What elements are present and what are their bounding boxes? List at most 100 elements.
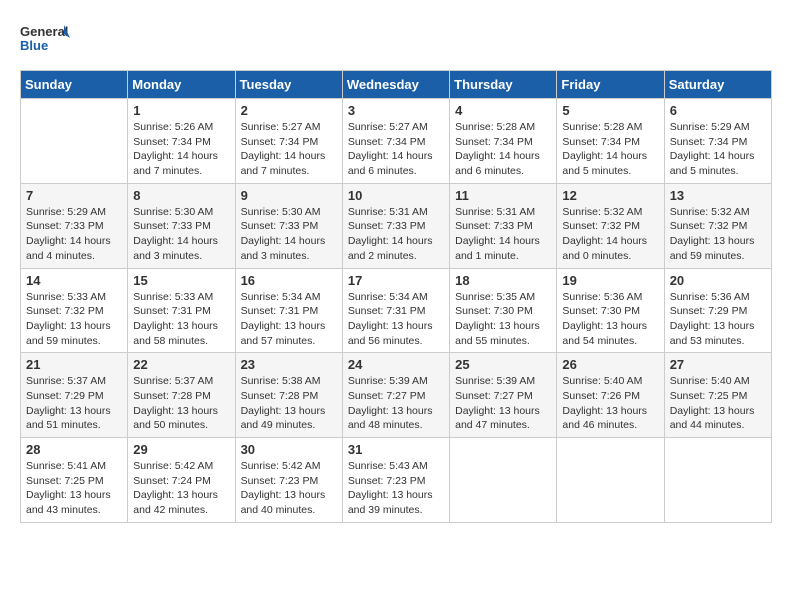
calendar-cell: 14 Sunrise: 5:33 AMSunset: 7:32 PMDayligh… [21, 268, 128, 353]
calendar-cell [450, 438, 557, 523]
day-number: 4 [455, 103, 551, 118]
calendar-cell: 19 Sunrise: 5:36 AMSunset: 7:30 PMDayligh… [557, 268, 664, 353]
calendar-cell: 3 Sunrise: 5:27 AMSunset: 7:34 PMDaylight… [342, 99, 449, 184]
weekday-header-thursday: Thursday [450, 71, 557, 99]
calendar-cell: 26 Sunrise: 5:40 AMSunset: 7:26 PMDayligh… [557, 353, 664, 438]
day-info: Sunrise: 5:27 AMSunset: 7:34 PMDaylight:… [348, 120, 444, 179]
calendar-cell: 18Sunrise: 5:35 AMSunset: 7:30 PMDayligh… [450, 268, 557, 353]
day-number: 17 [348, 273, 444, 288]
calendar-week-row: 7 Sunrise: 5:29 AMSunset: 7:33 PMDaylight… [21, 183, 772, 268]
calendar-cell: 16 Sunrise: 5:34 AMSunset: 7:31 PMDayligh… [235, 268, 342, 353]
day-info: Sunrise: 5:40 AMSunset: 7:25 PMDaylight:… [670, 374, 766, 433]
day-info: Sunrise: 5:33 AMSunset: 7:31 PMDaylight:… [133, 290, 229, 349]
calendar-cell: 17 Sunrise: 5:34 AMSunset: 7:31 PMDayligh… [342, 268, 449, 353]
svg-text:Blue: Blue [20, 38, 48, 53]
day-number: 29 [133, 442, 229, 457]
day-number: 9 [241, 188, 337, 203]
day-info: Sunrise: 5:39 AMSunset: 7:27 PMDaylight:… [455, 374, 551, 433]
day-number: 11 [455, 188, 551, 203]
calendar-cell: 2 Sunrise: 5:27 AMSunset: 7:34 PMDaylight… [235, 99, 342, 184]
calendar-cell: 6 Sunrise: 5:29 AMSunset: 7:34 PMDaylight… [664, 99, 771, 184]
weekday-header-monday: Monday [128, 71, 235, 99]
day-info: Sunrise: 5:33 AMSunset: 7:32 PMDaylight:… [26, 290, 122, 349]
day-info: Sunrise: 5:39 AMSunset: 7:27 PMDaylight:… [348, 374, 444, 433]
day-number: 5 [562, 103, 658, 118]
day-info: Sunrise: 5:41 AMSunset: 7:25 PMDaylight:… [26, 459, 122, 518]
day-info: Sunrise: 5:32 AMSunset: 7:32 PMDaylight:… [670, 205, 766, 264]
calendar-cell: 31 Sunrise: 5:43 AMSunset: 7:23 PMDayligh… [342, 438, 449, 523]
day-number: 23 [241, 357, 337, 372]
calendar-cell: 30Sunrise: 5:42 AMSunset: 7:23 PMDayligh… [235, 438, 342, 523]
day-info: Sunrise: 5:26 AMSunset: 7:34 PMDaylight:… [133, 120, 229, 179]
day-info: Sunrise: 5:27 AMSunset: 7:34 PMDaylight:… [241, 120, 337, 179]
day-info: Sunrise: 5:31 AMSunset: 7:33 PMDaylight:… [348, 205, 444, 264]
day-number: 6 [670, 103, 766, 118]
day-info: Sunrise: 5:28 AMSunset: 7:34 PMDaylight:… [455, 120, 551, 179]
day-number: 26 [562, 357, 658, 372]
calendar-cell: 21 Sunrise: 5:37 AMSunset: 7:29 PMDayligh… [21, 353, 128, 438]
calendar-cell: 9Sunrise: 5:30 AMSunset: 7:33 PMDaylight… [235, 183, 342, 268]
calendar-cell: 24 Sunrise: 5:39 AMSunset: 7:27 PMDayligh… [342, 353, 449, 438]
day-info: Sunrise: 5:29 AMSunset: 7:34 PMDaylight:… [670, 120, 766, 179]
day-number: 24 [348, 357, 444, 372]
page-header: General Blue [20, 20, 772, 60]
calendar-week-row: 1Sunrise: 5:26 AMSunset: 7:34 PMDaylight… [21, 99, 772, 184]
calendar-cell: 25 Sunrise: 5:39 AMSunset: 7:27 PMDayligh… [450, 353, 557, 438]
day-info: Sunrise: 5:31 AMSunset: 7:33 PMDaylight:… [455, 205, 551, 264]
day-number: 27 [670, 357, 766, 372]
day-number: 21 [26, 357, 122, 372]
day-number: 15 [133, 273, 229, 288]
day-number: 22 [133, 357, 229, 372]
day-number: 2 [241, 103, 337, 118]
day-info: Sunrise: 5:34 AMSunset: 7:31 PMDaylight:… [241, 290, 337, 349]
calendar-cell [557, 438, 664, 523]
day-info: Sunrise: 5:36 AMSunset: 7:30 PMDaylight:… [562, 290, 658, 349]
day-info: Sunrise: 5:32 AMSunset: 7:32 PMDaylight:… [562, 205, 658, 264]
day-info: Sunrise: 5:29 AMSunset: 7:33 PMDaylight:… [26, 205, 122, 264]
calendar-cell: 15 Sunrise: 5:33 AMSunset: 7:31 PMDayligh… [128, 268, 235, 353]
day-number: 7 [26, 188, 122, 203]
calendar-cell: 23Sunrise: 5:38 AMSunset: 7:28 PMDayligh… [235, 353, 342, 438]
day-info: Sunrise: 5:40 AMSunset: 7:26 PMDaylight:… [562, 374, 658, 433]
calendar-cell: 22 Sunrise: 5:37 AMSunset: 7:28 PMDayligh… [128, 353, 235, 438]
svg-text:General: General [20, 24, 68, 39]
day-info: Sunrise: 5:42 AMSunset: 7:23 PMDaylight:… [241, 459, 337, 518]
day-number: 28 [26, 442, 122, 457]
day-number: 19 [562, 273, 658, 288]
calendar-week-row: 21 Sunrise: 5:37 AMSunset: 7:29 PMDayligh… [21, 353, 772, 438]
calendar-week-row: 14 Sunrise: 5:33 AMSunset: 7:32 PMDayligh… [21, 268, 772, 353]
day-info: Sunrise: 5:36 AMSunset: 7:29 PMDaylight:… [670, 290, 766, 349]
weekday-header-friday: Friday [557, 71, 664, 99]
day-info: Sunrise: 5:30 AMSunset: 7:33 PMDaylight:… [133, 205, 229, 264]
weekday-header-wednesday: Wednesday [342, 71, 449, 99]
day-number: 12 [562, 188, 658, 203]
day-number: 14 [26, 273, 122, 288]
day-info: Sunrise: 5:37 AMSunset: 7:29 PMDaylight:… [26, 374, 122, 433]
calendar-cell: 20Sunrise: 5:36 AMSunset: 7:29 PMDayligh… [664, 268, 771, 353]
day-number: 10 [348, 188, 444, 203]
day-number: 13 [670, 188, 766, 203]
weekday-header-saturday: Saturday [664, 71, 771, 99]
calendar-cell [664, 438, 771, 523]
day-number: 31 [348, 442, 444, 457]
day-info: Sunrise: 5:43 AMSunset: 7:23 PMDaylight:… [348, 459, 444, 518]
calendar-cell: 10 Sunrise: 5:31 AMSunset: 7:33 PMDayligh… [342, 183, 449, 268]
logo: General Blue [20, 20, 70, 60]
day-number: 16 [241, 273, 337, 288]
day-number: 25 [455, 357, 551, 372]
calendar-cell: 7 Sunrise: 5:29 AMSunset: 7:33 PMDaylight… [21, 183, 128, 268]
day-info: Sunrise: 5:42 AMSunset: 7:24 PMDaylight:… [133, 459, 229, 518]
calendar-cell: 8Sunrise: 5:30 AMSunset: 7:33 PMDaylight… [128, 183, 235, 268]
calendar-cell [21, 99, 128, 184]
calendar-cell: 11 Sunrise: 5:31 AMSunset: 7:33 PMDayligh… [450, 183, 557, 268]
calendar-cell: 12 Sunrise: 5:32 AMSunset: 7:32 PMDayligh… [557, 183, 664, 268]
calendar-week-row: 28 Sunrise: 5:41 AMSunset: 7:25 PMDayligh… [21, 438, 772, 523]
day-number: 3 [348, 103, 444, 118]
day-number: 18 [455, 273, 551, 288]
calendar-cell: 27 Sunrise: 5:40 AMSunset: 7:25 PMDayligh… [664, 353, 771, 438]
day-info: Sunrise: 5:28 AMSunset: 7:34 PMDaylight:… [562, 120, 658, 179]
calendar-cell: 5 Sunrise: 5:28 AMSunset: 7:34 PMDaylight… [557, 99, 664, 184]
day-info: Sunrise: 5:37 AMSunset: 7:28 PMDaylight:… [133, 374, 229, 433]
day-info: Sunrise: 5:34 AMSunset: 7:31 PMDaylight:… [348, 290, 444, 349]
logo-svg: General Blue [20, 20, 70, 60]
